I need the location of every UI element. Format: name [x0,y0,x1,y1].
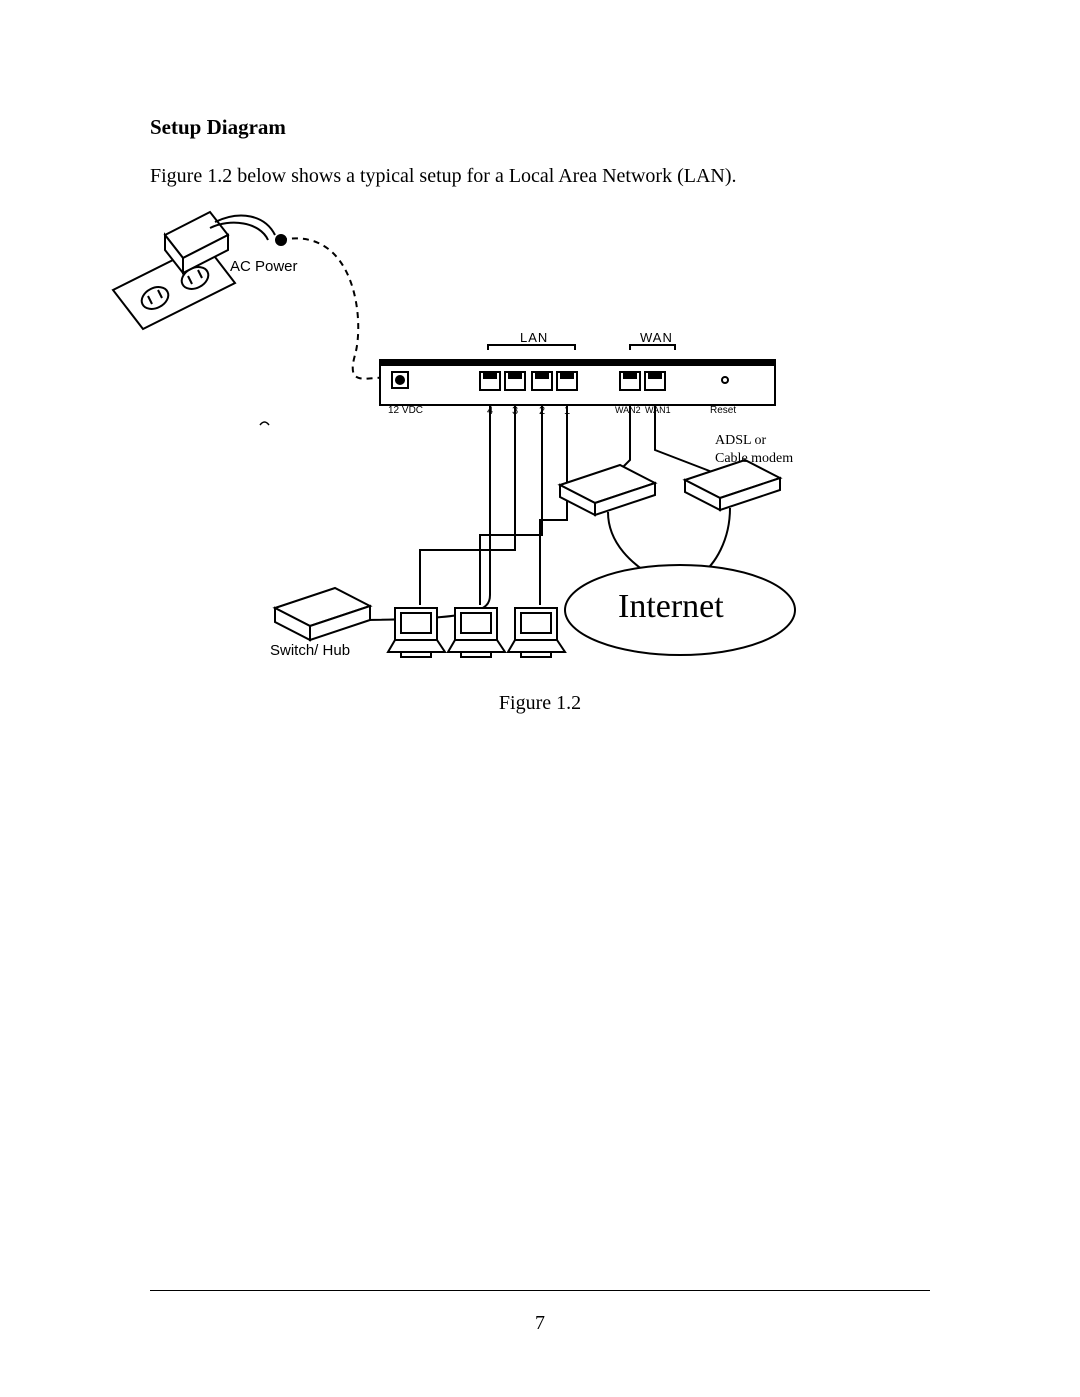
pc-icon [388,608,445,657]
port-12vdc-label: 12 VDC [388,405,423,416]
port-4-label: 4 [487,405,493,417]
modem-note-label: ADSL or Cable modem [715,432,793,467]
port-3-label: 3 [512,405,518,417]
pc-icon [448,608,505,657]
setup-diagram: AC Power LAN WAN 12 VDC 4 3 2 1 WAN2 WAN… [110,200,840,680]
section-heading: Setup Diagram [150,115,950,140]
modem-icon [560,465,655,515]
lan-bracket-label: LAN [520,330,548,345]
footer-rule [150,1290,930,1291]
port-wan2-label: WAN2 [615,405,641,415]
intro-paragraph: Figure 1.2 below shows a typical setup f… [150,162,950,190]
router-icon [380,345,775,405]
port-1-label: 1 [564,405,570,417]
lan-cables [350,405,567,620]
port-wan1-label: WAN1 [645,405,671,415]
figure-caption: Figure 1.2 [0,692,1080,715]
wan-bracket-label: WAN [640,330,673,345]
pc-icon [508,608,565,657]
switch-hub-icon [275,588,370,640]
port-2-label: 2 [539,405,545,417]
port-reset-label: Reset [710,405,736,416]
body-text: Setup Diagram Figure 1.2 below shows a t… [150,115,950,190]
internet-label: Internet [618,588,724,626]
page-number: 7 [0,1312,1080,1335]
page: Setup Diagram Figure 1.2 below shows a t… [0,0,1080,1397]
ac-power-label: AC Power [230,258,298,275]
switch-hub-label: Switch/ Hub [270,642,350,659]
